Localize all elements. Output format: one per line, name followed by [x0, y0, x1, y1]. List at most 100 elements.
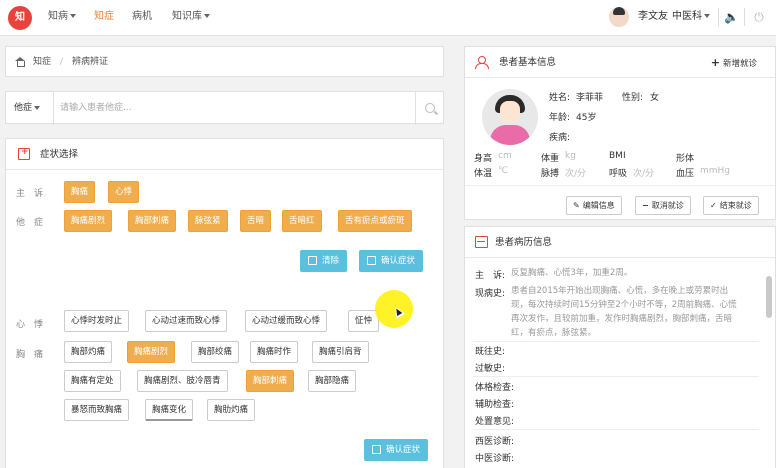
symptom-tag[interactable]: 心悸	[108, 181, 140, 203]
temperature-unit: ℃	[498, 166, 509, 176]
nav-knowledge-label: 知识库	[172, 11, 202, 22]
disease-label: 疾病:	[549, 133, 571, 143]
respiration-unit: 次/分	[633, 169, 655, 179]
present-illness-label: 现病史:	[475, 289, 506, 299]
check-square-icon	[367, 256, 376, 265]
gender-label: 性别:	[622, 93, 644, 103]
symptom-tag[interactable]: 脉弦紧	[188, 210, 228, 232]
nav-zhizheng[interactable]: 知症	[94, 0, 114, 36]
breadcrumb-root[interactable]: 知症	[33, 47, 51, 78]
pencil-icon: ✎	[573, 201, 580, 210]
blood-pressure-label: 血压	[676, 169, 695, 179]
avatar-body	[490, 125, 530, 145]
respiration-label: 呼吸	[609, 169, 628, 179]
confirm-symptoms-button-2[interactable]: 确认症状	[364, 439, 429, 461]
symptom-tag[interactable]: 怔忡	[348, 310, 380, 332]
user-avatar[interactable]	[609, 7, 629, 27]
symptom-tag[interactable]: 胸部绞痛	[191, 341, 240, 363]
symptom-tag[interactable]: 心动过速而致心悸	[145, 310, 228, 332]
confirm-symptoms-button[interactable]: 确认症状	[359, 250, 424, 272]
new-visit-button[interactable]: + 新增就诊	[711, 47, 757, 80]
divider	[718, 8, 719, 26]
cancel-visit-button[interactable]: − 取消就诊	[635, 196, 691, 215]
nav-zhibing[interactable]: 知病	[48, 0, 76, 36]
tcm-diagnosis-label: 中医诊断:	[475, 454, 515, 464]
past-history-label: 既往史:	[475, 347, 506, 357]
symptom-tag[interactable]: 胸痛剧烈	[127, 341, 176, 363]
present-illness-line: 患者自2015年开始出现胸痛、心慌，多在晚上或劳累时出	[511, 286, 729, 296]
confirm-label: 确认症状	[381, 256, 416, 266]
eraser-icon	[308, 256, 317, 265]
nav-bingji[interactable]: 病机	[132, 0, 152, 36]
present-illness-line: 再次发作，且较前加重，发作时胸痛剧烈，胸部刺痛，舌暗	[511, 314, 733, 324]
check-icon: ✓	[710, 201, 717, 210]
nav-zhizheng-label: 知症	[94, 11, 114, 22]
divider	[473, 429, 759, 430]
patient-name: 李菲菲	[576, 93, 604, 103]
clear-label: 清除	[322, 256, 340, 266]
symptom-tag[interactable]: 舌暗红	[282, 210, 322, 232]
body-shape-label: 形体	[676, 154, 695, 164]
end-visit-label: 结束就诊	[719, 201, 752, 210]
medical-history-header: 患者病历信息	[465, 227, 775, 258]
weight-unit: kg	[565, 151, 576, 161]
plus-icon: +	[710, 56, 720, 69]
cancel-visit-label: 取消就诊	[651, 201, 684, 210]
symptom-tag[interactable]: 心动过缓而致心悸	[245, 310, 328, 332]
avatar-face	[500, 101, 520, 123]
app-logo[interactable]: 知	[8, 6, 32, 30]
symptom-tag[interactable]: 胸部灼痛	[64, 341, 113, 363]
age-label: 年龄:	[549, 113, 571, 123]
other-symptom-input[interactable]: 请输入患者他症...	[60, 92, 360, 125]
pulse-unit: 次/分	[565, 169, 587, 179]
blood-pressure-unit: mmHg	[700, 166, 731, 176]
confirm-label-2: 确认症状	[386, 445, 421, 455]
search-button[interactable]	[415, 92, 445, 125]
scrollbar[interactable]	[766, 276, 772, 318]
breadcrumb-current: 辨病辨证	[72, 57, 109, 67]
symptom-tag[interactable]: 暴怒而致胸痛	[64, 399, 130, 421]
top-navbar: 知 知病 知症 病机 知识库 李文友 中医科 🔈 ⏻	[0, 0, 776, 36]
medical-history-panel: 患者病历信息 主 诉: 反复胸痛、心慌3年，加重2周。 现病史: 患者自2015…	[464, 226, 776, 468]
divider	[53, 92, 54, 125]
symptom-tag[interactable]: 胸痛变化	[145, 399, 194, 421]
end-visit-button[interactable]: ✓ 结束就诊	[703, 196, 759, 215]
symptom-tag[interactable]: 胸肋灼痛	[207, 399, 256, 421]
patient-info-title: 患者基本信息	[499, 57, 557, 68]
patient-age: 45岁	[576, 113, 597, 123]
user-name[interactable]: 李文友	[638, 0, 668, 34]
symptom-tag[interactable]: 舌有瘀点或瘀斑	[338, 210, 412, 232]
symptom-tag[interactable]: 胸痛时作	[250, 341, 299, 363]
symptom-tag[interactable]: 舌暗	[240, 210, 272, 232]
chief-value: 反复胸痛、心慌3年，加重2周。	[511, 268, 633, 278]
allergy-label: 过敏史:	[475, 364, 506, 374]
clear-button[interactable]: 清除	[300, 250, 348, 272]
other-symptom-dropdown[interactable]: 他症	[14, 92, 41, 125]
temperature-label: 体温	[474, 169, 493, 179]
auxiliary-exam-label: 辅助检查:	[475, 400, 515, 410]
patient-gender: 女	[650, 93, 660, 103]
edit-info-label: 编辑信息	[582, 201, 615, 210]
symptom-tag[interactable]: 胸痛	[64, 181, 96, 203]
volume-icon[interactable]: 🔈	[724, 10, 739, 24]
other-symptom-label: 他症	[14, 103, 33, 113]
symptom-tag[interactable]: 心悸时发时止	[64, 310, 130, 332]
symptom-tag[interactable]: 胸部刺痛	[246, 370, 295, 392]
chevron-down-icon	[704, 14, 710, 18]
other-symptom-bar: 他症 请输入患者他症...	[5, 91, 445, 125]
symptom-tag[interactable]: 胸部隐痛	[308, 370, 357, 392]
name-label: 姓名:	[549, 93, 571, 103]
power-icon[interactable]: ⏻	[752, 10, 766, 24]
nav-knowledge[interactable]: 知识库	[172, 0, 210, 36]
department-dropdown[interactable]: 中医科	[672, 0, 710, 34]
symptom-tag[interactable]: 胸部刺痛	[128, 210, 177, 232]
symptom-tag[interactable]: 胸痛有定处	[64, 370, 121, 392]
symptom-tag[interactable]: 胸痛引肩背	[312, 341, 369, 363]
symptom-tag[interactable]: 胸痛剧烈、肢冷唇青	[137, 370, 228, 392]
edit-info-button[interactable]: ✎ 编辑信息	[566, 196, 622, 215]
patient-info-header: 患者基本信息 + 新增就诊	[465, 47, 775, 78]
medical-history-title: 患者病历信息	[495, 237, 553, 248]
divider	[465, 185, 775, 186]
home-icon[interactable]	[15, 57, 25, 67]
symptom-tag[interactable]: 胸痛剧烈	[64, 210, 113, 232]
